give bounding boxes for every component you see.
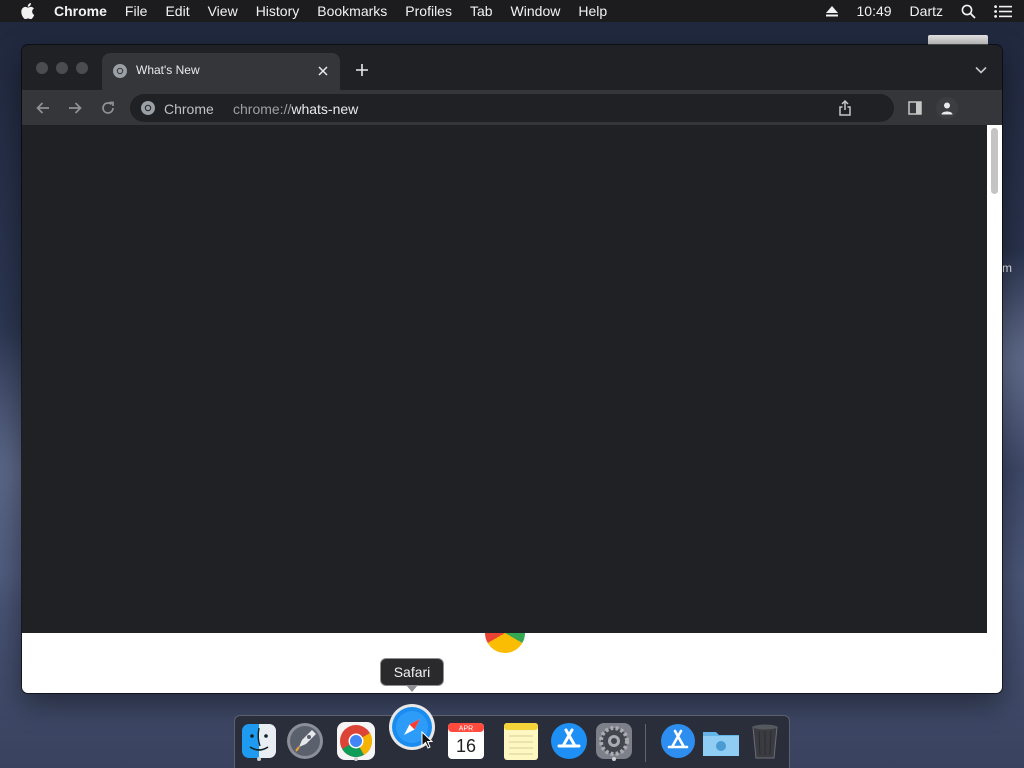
dock-item-trash[interactable]: [744, 720, 786, 762]
notes-icon: [500, 723, 542, 766]
menu-user[interactable]: Dartz: [910, 3, 943, 19]
whats-new-dark-overlay: [22, 125, 987, 633]
launchpad-icon: [284, 723, 326, 766]
new-tab-icon[interactable]: [352, 60, 372, 80]
dock-item-finder[interactable]: [238, 720, 280, 762]
calendar-day: 16: [456, 736, 476, 756]
menu-history[interactable]: History: [256, 3, 300, 19]
menu-profiles[interactable]: Profiles: [405, 3, 452, 19]
menu-edit[interactable]: Edit: [165, 3, 189, 19]
trash-icon: [744, 724, 786, 766]
side-panel-icon[interactable]: [906, 99, 924, 117]
dock-item-launchpad[interactable]: [284, 720, 326, 762]
tab-whats-new[interactable]: What's New: [102, 53, 340, 90]
downloads-folder-icon: [700, 732, 742, 766]
dock-item-notes[interactable]: [500, 720, 542, 762]
dock-item-app-store[interactable]: [548, 720, 590, 762]
forward-arrow-icon[interactable]: [64, 97, 86, 119]
tab-strip: What's New: [22, 45, 1002, 90]
menu-app-name[interactable]: Chrome: [54, 3, 107, 19]
applications-folder-icon: [657, 724, 699, 766]
menu-bar: Chrome File Edit View History Bookmarks …: [0, 0, 1024, 22]
page-scrollbar[interactable]: [987, 125, 1002, 693]
page-content[interactable]: [22, 125, 987, 693]
dock-separator: [645, 724, 646, 762]
minimize-window-button[interactable]: [56, 62, 68, 74]
dock-item-calendar[interactable]: APR 16: [445, 720, 487, 762]
scrollbar-thumb[interactable]: [991, 128, 998, 194]
address-bar[interactable]: Chrome chrome://whats-new: [130, 94, 894, 122]
apple-menu-icon[interactable]: [20, 3, 36, 19]
calendar-icon: APR 16: [445, 723, 487, 766]
url-text[interactable]: chrome://whats-new: [233, 101, 358, 117]
menu-tab[interactable]: Tab: [470, 3, 493, 19]
running-indicator: [257, 757, 261, 761]
window-controls: [36, 62, 96, 74]
menu-help[interactable]: Help: [578, 3, 607, 19]
menu-window[interactable]: Window: [511, 3, 561, 19]
dock-item-system-preferences[interactable]: [593, 720, 635, 762]
app-store-icon: [548, 723, 590, 766]
desktop-item-label[interactable]: m: [1002, 261, 1012, 275]
share-icon[interactable]: [836, 99, 854, 117]
tab-title: What's New: [136, 63, 200, 77]
calendar-month: APR: [459, 726, 473, 733]
close-tab-icon[interactable]: [314, 62, 332, 80]
menu-bookmarks[interactable]: Bookmarks: [317, 3, 387, 19]
close-window-button[interactable]: [36, 62, 48, 74]
tab-search-chevron-icon[interactable]: [972, 61, 990, 79]
eject-icon[interactable]: [825, 5, 839, 17]
menu-file[interactable]: File: [125, 3, 148, 19]
spotlight-search-icon[interactable]: [961, 4, 976, 19]
running-indicator: [612, 757, 616, 761]
dock-item-downloads[interactable]: [700, 720, 742, 762]
url-host: whats-new: [291, 101, 359, 117]
dock-item-chrome[interactable]: [335, 720, 377, 762]
menu-view[interactable]: View: [208, 3, 238, 19]
dock-item-applications[interactable]: [657, 720, 699, 762]
back-arrow-icon[interactable]: [32, 97, 54, 119]
dock: APR 16: [234, 704, 790, 768]
dock-tooltip: Safari: [380, 658, 444, 692]
zoom-window-button[interactable]: [76, 62, 88, 74]
menu-clock[interactable]: 10:49: [857, 3, 892, 19]
profile-avatar-icon[interactable]: [936, 97, 958, 119]
notification-center-icon[interactable]: [994, 4, 1012, 18]
browser-toolbar: Chrome chrome://whats-new: [22, 90, 1002, 125]
site-chip-label: Chrome: [164, 101, 214, 117]
chrome-favicon-icon: [112, 63, 128, 79]
chrome-window: What's New Chrome chrome://whats-new: [22, 45, 1002, 693]
running-indicator: [354, 757, 358, 761]
mouse-cursor-icon: [421, 730, 434, 749]
url-scheme: chrome://: [233, 101, 292, 117]
reload-icon[interactable]: [97, 97, 119, 119]
chrome-site-icon[interactable]: [140, 100, 156, 116]
